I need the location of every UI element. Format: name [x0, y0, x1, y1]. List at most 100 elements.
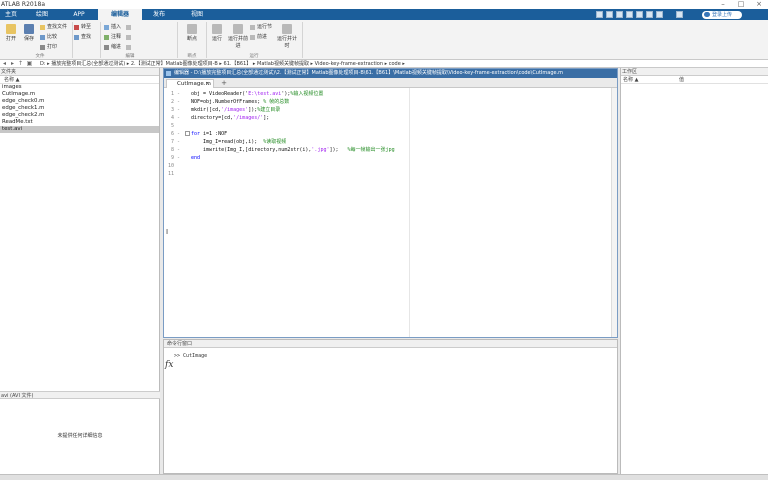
column-header-name[interactable]: 名称 ▲ — [0, 76, 159, 84]
path-segment[interactable]: code — [389, 61, 401, 67]
list-item[interactable]: ReadMe.txt — [0, 119, 159, 126]
goto-button[interactable]: 转至 — [74, 24, 91, 30]
code-token: Img_I=read(obj,i); — [191, 139, 264, 145]
workspace-col-name[interactable]: 名称 ▲ — [623, 76, 638, 84]
open-button[interactable]: 打开 — [2, 24, 20, 42]
list-item[interactable]: edge_check1.m — [0, 105, 159, 112]
run-section-button[interactable]: 运行节 — [250, 24, 272, 30]
path-segment[interactable]: Video-key-frame-extraction — [315, 61, 383, 67]
path-drive[interactable]: D: — [40, 61, 46, 67]
print-button[interactable]: 打印 — [40, 44, 57, 50]
cloud-upload-button[interactable]: 登录上传 — [702, 11, 742, 19]
help-icon[interactable] — [676, 11, 683, 18]
ribbon-separator — [302, 22, 303, 58]
line-number: 6 — [170, 131, 174, 137]
compare-button[interactable]: 比较 — [40, 34, 57, 40]
minimize-icon[interactable]: – — [714, 0, 732, 9]
find-files-icon — [40, 25, 45, 30]
maximize-icon[interactable]: □ — [732, 0, 750, 9]
line-number: 2 — [170, 99, 174, 105]
code-token: directory=[cd, — [191, 115, 234, 121]
find-files-button[interactable]: 查找文件 — [40, 24, 67, 30]
code-line[interactable]: NOF=obj.NumberOfFrames; % 帧的总数 — [191, 98, 289, 106]
save-button[interactable]: 保存 — [20, 24, 38, 42]
breakpoints-button[interactable]: 断点 — [180, 24, 204, 42]
code-token: '.jpg' — [311, 147, 330, 153]
code-line[interactable]: obj = VideoReader('E:\test.avi');%输入视频位置 — [191, 90, 323, 98]
indent-button[interactable]: 缩进 — [104, 44, 121, 50]
code-token: i=1 :NOF — [200, 131, 228, 137]
breakpoint-marker[interactable]: - — [177, 90, 180, 98]
close-icon[interactable]: × — [750, 0, 768, 9]
tab-plots[interactable]: 绘图 — [30, 9, 54, 20]
advance-button[interactable]: 前进 — [250, 34, 267, 40]
run-button[interactable]: 运行 — [208, 24, 226, 42]
code-line[interactable]: end — [191, 154, 200, 162]
breakpoint-marker[interactable]: - — [177, 154, 180, 162]
goto-icon — [74, 25, 79, 30]
tab-apps[interactable]: APP — [66, 9, 92, 20]
code-token: ]); — [248, 107, 258, 113]
run-and-advance-button[interactable]: 运行并前进 — [228, 24, 248, 49]
list-item[interactable]: images — [0, 84, 159, 91]
code-line[interactable]: Img_I=read(obj,i); %读取视频 — [191, 138, 286, 146]
tab-cutimage[interactable]: CutImage.m × — [166, 79, 214, 88]
vertical-scrollbar[interactable] — [611, 88, 617, 337]
path-segment[interactable]: 2.【测试正常】Matlab图像处理项目-B — [131, 61, 218, 67]
breakpoint-marker[interactable]: - — [177, 146, 180, 154]
editor-tab-bar: CutImage.m × + — [164, 78, 617, 88]
save-icon[interactable] — [596, 11, 603, 18]
indent-icon — [104, 45, 109, 50]
code-line[interactable]: for i=1 :NOF — [191, 130, 227, 138]
tab-publish[interactable]: 发布 — [148, 9, 170, 20]
path-segment[interactable]: 播放完整项目汇总(全部通过测试) — [51, 61, 125, 67]
current-folder-path[interactable]: D: ▸ 播放完整项目汇总(全部通过测试) ▸ 2.【测试正常】Matlab图像… — [40, 60, 405, 68]
list-item-selected[interactable]: test.avi — [0, 126, 159, 133]
percent-comment-button[interactable] — [126, 34, 133, 40]
indent-more-button[interactable] — [126, 44, 133, 50]
tab-home[interactable]: 主页 — [0, 9, 22, 20]
path-segment[interactable]: Matlab视频关键帧提取 — [257, 61, 309, 67]
browse-folder-icon[interactable]: ▣ — [26, 60, 33, 68]
cut-icon[interactable] — [606, 11, 613, 18]
new-tab-button[interactable]: + — [218, 79, 230, 88]
breakpoint-marker[interactable]: - — [177, 106, 180, 114]
run-and-time-button[interactable]: 运行并计时 — [276, 24, 298, 49]
fx-insert-button[interactable] — [126, 24, 133, 30]
up-folder-icon[interactable]: ↑ — [17, 60, 24, 68]
tab-editor[interactable]: 编辑器 — [98, 9, 142, 20]
redo-icon[interactable] — [646, 11, 653, 18]
back-icon[interactable]: ◂ — [1, 60, 8, 68]
copy-icon[interactable] — [616, 11, 623, 18]
forward-icon[interactable]: ▸ — [9, 60, 16, 68]
editor-icon — [166, 71, 171, 76]
workspace-col-value[interactable]: 值 — [679, 76, 684, 84]
compare-icon — [40, 35, 45, 40]
breakpoint-marker[interactable]: - — [177, 98, 180, 106]
undo-icon[interactable] — [636, 11, 643, 18]
comment-button[interactable]: 注释 — [104, 34, 121, 40]
find-button[interactable]: 查找 — [74, 34, 91, 40]
tab-view[interactable]: 视图 — [184, 9, 210, 20]
run-time-icon — [282, 24, 292, 34]
code-area[interactable]: 1- obj = VideoReader('E:\test.avi');%输入视频… — [164, 88, 617, 337]
list-item[interactable]: edge_check0.m — [0, 98, 159, 105]
list-item[interactable]: edge_check2.m — [0, 112, 159, 119]
fx-icon[interactable]: fx — [165, 360, 173, 370]
code-line[interactable]: mkdir([cd,'/images']);%建立目录 — [191, 106, 280, 114]
code-line[interactable]: imwrite(Img_I,[directory,num2str(i),'.jp… — [191, 146, 395, 154]
breakpoint-marker[interactable]: - — [177, 130, 180, 138]
insert-button[interactable]: 插入 — [104, 24, 121, 30]
paste-icon[interactable] — [626, 11, 633, 18]
breakpoint-marker[interactable]: - — [177, 114, 180, 122]
switch-windows-icon[interactable] — [656, 11, 663, 18]
list-item[interactable]: CutImage.m — [0, 91, 159, 98]
details-panel-title[interactable]: avi (AVI 文件) — [0, 391, 160, 399]
fold-toggle-icon[interactable] — [185, 131, 190, 136]
code-line[interactable]: directory=[cd,'/images/']; — [191, 114, 269, 122]
path-segment[interactable]: 61.【B61】 — [224, 61, 252, 67]
breakpoint-marker[interactable]: - — [177, 138, 180, 146]
command-history-line: >> CutImage — [174, 353, 208, 359]
command-window[interactable]: 命令行窗口 >> CutImage fx — [163, 339, 618, 474]
fx-icon — [126, 25, 131, 30]
